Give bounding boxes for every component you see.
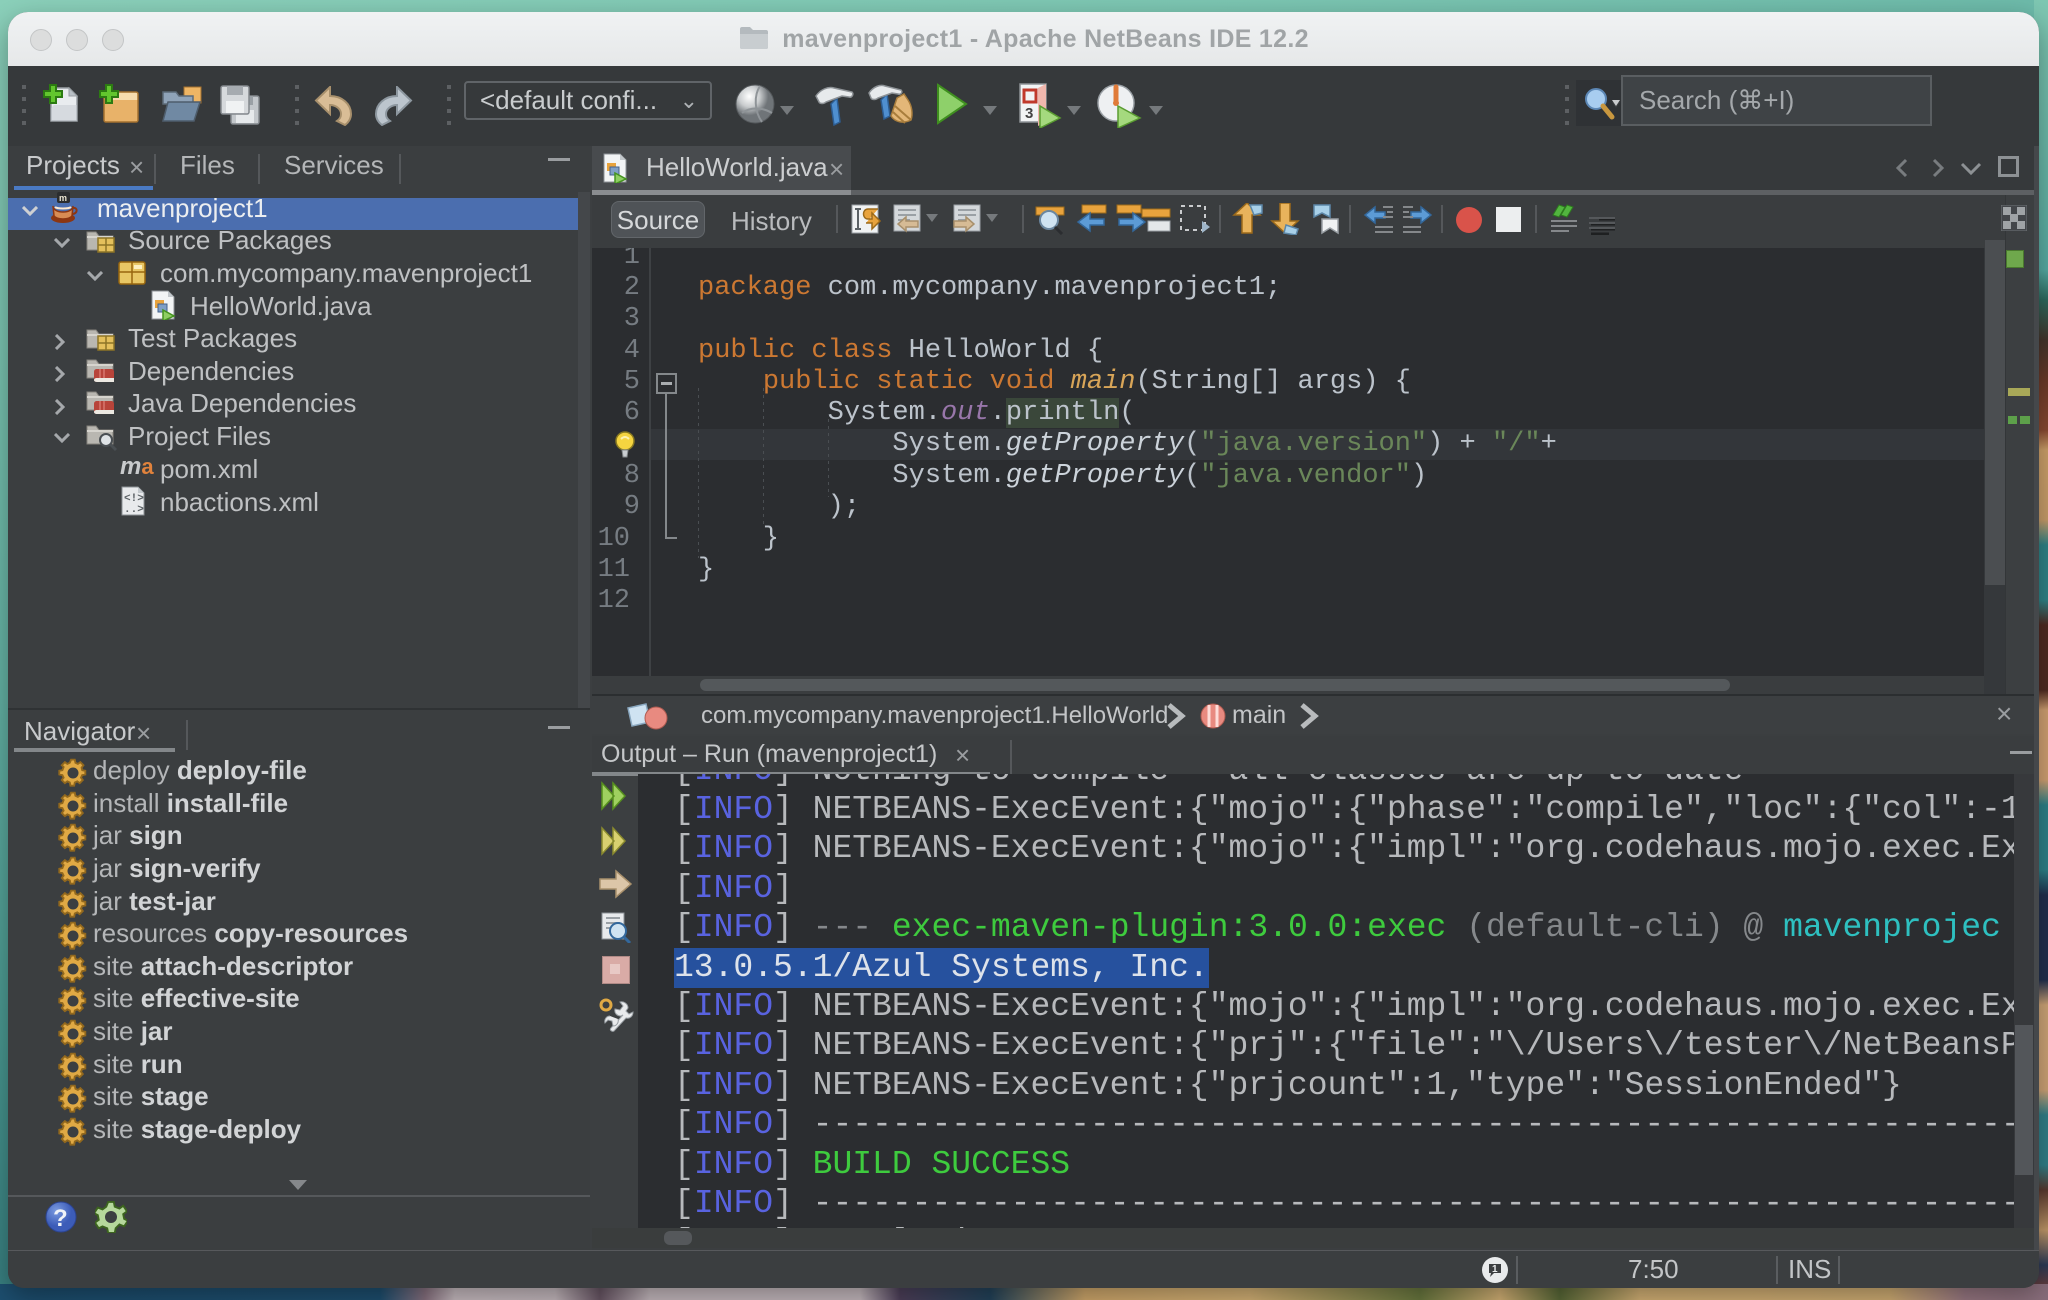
svg-text:..>: ..> bbox=[124, 504, 144, 516]
svg-text:m: m bbox=[59, 193, 67, 203]
svg-text:1: 1 bbox=[1492, 1264, 1498, 1275]
svg-text:3: 3 bbox=[1025, 105, 1033, 122]
svg-text:?: ? bbox=[53, 1205, 68, 1232]
